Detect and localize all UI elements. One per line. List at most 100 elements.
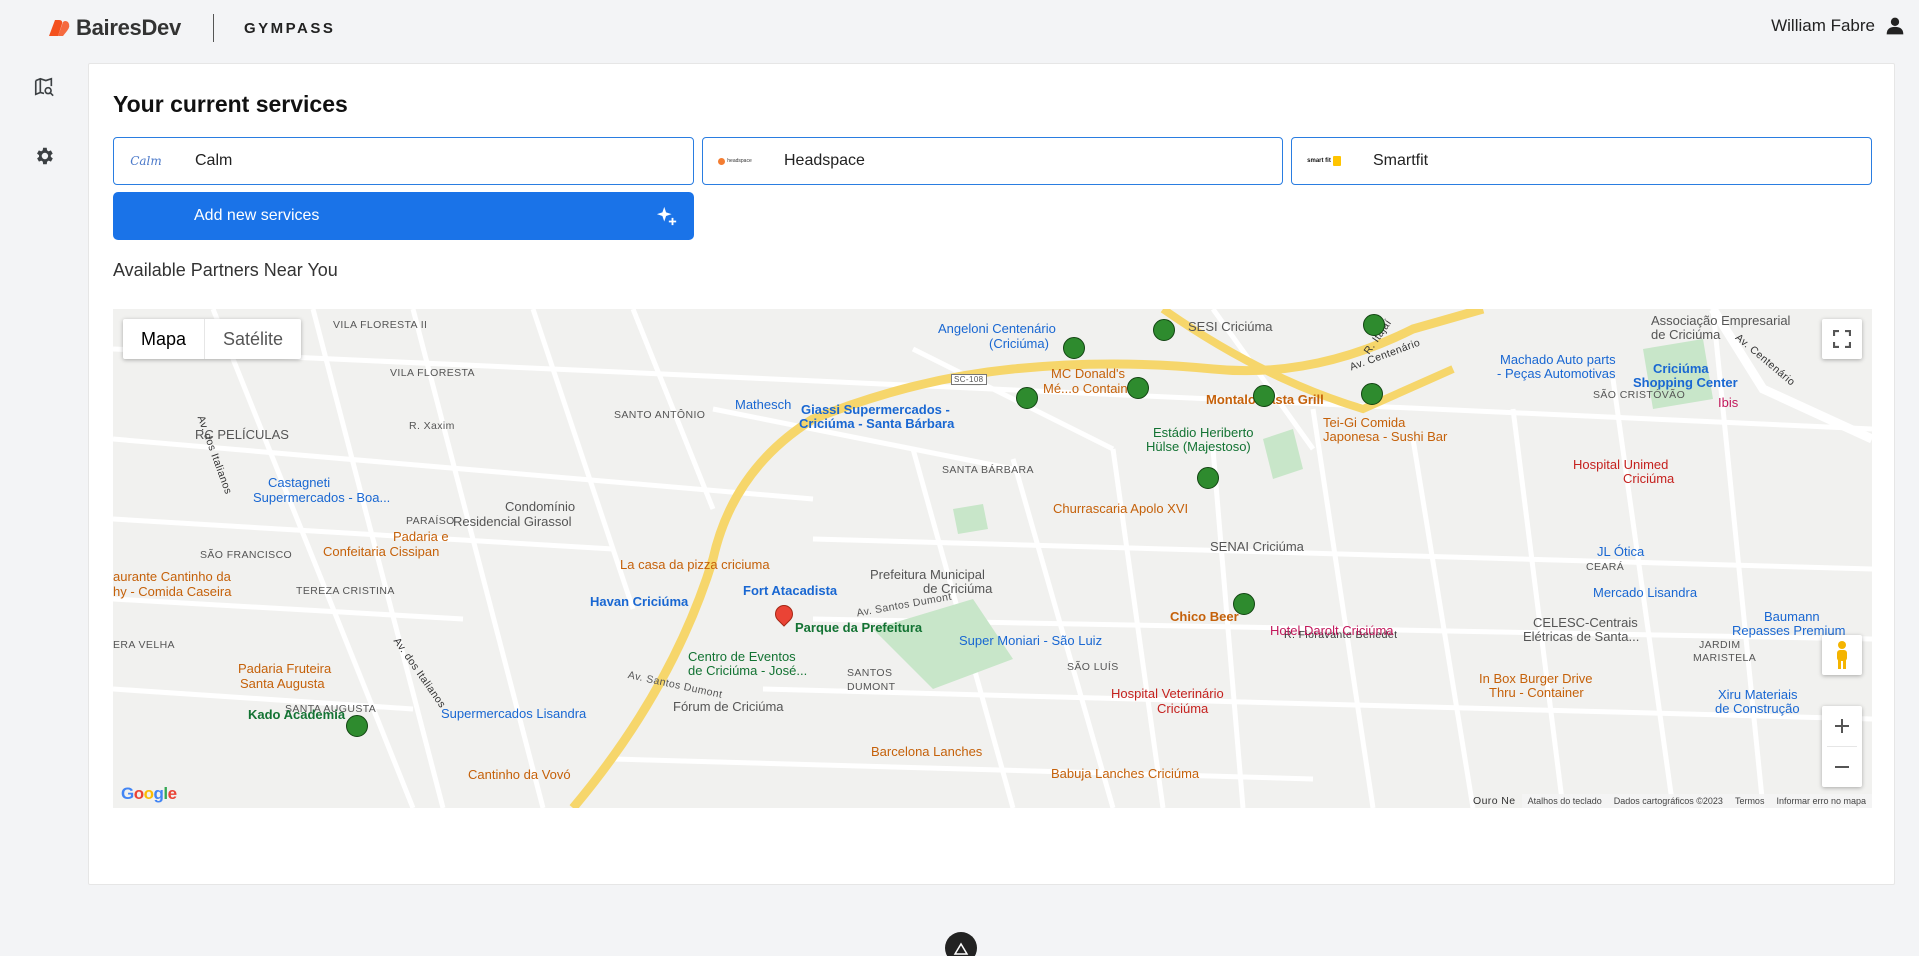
- gear-icon: [37, 147, 53, 165]
- map-label: Shopping Center: [1633, 375, 1738, 390]
- brand-name: BairesDev: [76, 15, 181, 40]
- map-label: Churrascaria Apolo XVI: [1053, 501, 1189, 516]
- map-label: SÃO LUÍS: [1067, 661, 1119, 673]
- map-label: Condomínio: [505, 499, 576, 514]
- bairesdev-logo[interactable]: BairesDev: [47, 15, 181, 41]
- map-label: SANTA BÁRBARA: [942, 464, 1034, 476]
- map-label: SC-108: [951, 374, 987, 385]
- map-label: In Box Burger Drive: [1479, 671, 1593, 686]
- map-label: - Peças Automotivas: [1497, 366, 1616, 381]
- nav-map-search[interactable]: [30, 73, 58, 101]
- partners-map[interactable]: VILA FLORESTA II VILA FLORESTA SANTO ANT…: [113, 309, 1872, 808]
- map-label: MARISTELA: [1693, 652, 1757, 664]
- service-calm[interactable]: Calm Calm: [113, 137, 694, 185]
- map-label: Padaria Fruteira: [238, 661, 332, 676]
- headspace-logo: headspace: [715, 148, 755, 174]
- map-label: CELESC-Centrais: [1533, 615, 1638, 630]
- report-error-link[interactable]: Informar erro no mapa: [1776, 796, 1866, 806]
- add-new-services-button[interactable]: Add new services: [113, 192, 694, 240]
- zoom-out-button[interactable]: [1822, 747, 1862, 787]
- map-label: aurante Cantinho da: [113, 569, 231, 584]
- map-label: de Criciúma - José...: [688, 663, 808, 678]
- map-label: Castagneti: [268, 475, 331, 490]
- zoom-in-button[interactable]: [1822, 706, 1862, 746]
- map-label: Havan Criciúma: [590, 594, 689, 609]
- keyboard-shortcuts-link[interactable]: Atalhos do teclado: [1528, 796, 1602, 806]
- map-label: Criciúma - Santa Bárbara: [799, 416, 955, 431]
- street-view-button[interactable]: [1822, 635, 1862, 675]
- service-headspace[interactable]: headspace Headspace: [702, 137, 1283, 185]
- map-label: Mathesch: [735, 397, 792, 412]
- fullscreen-button[interactable]: [1822, 319, 1862, 359]
- nuxt-logo-icon: [953, 942, 969, 955]
- map-label: CEARÁ: [1586, 561, 1625, 573]
- map-label: Ibis: [1718, 395, 1739, 410]
- fullscreen-icon: [1833, 330, 1851, 348]
- map-label: de Construção: [1715, 701, 1800, 716]
- user-menu[interactable]: William Fabre: [1771, 16, 1905, 36]
- map-label: Angeloni Centenário: [938, 321, 1056, 336]
- map-label: Xiru Materiais: [1718, 687, 1798, 702]
- calm-logo: Calm: [130, 154, 162, 168]
- map-label: Ouro Ne: [1473, 795, 1516, 807]
- map-search-icon: [34, 77, 54, 97]
- map-label: JARDIM: [1699, 639, 1741, 651]
- map-label: DUMONT: [847, 681, 896, 693]
- service-label: Headspace: [784, 152, 865, 169]
- map-label: SÃO CRISTÓVÃO: [1593, 389, 1686, 401]
- map-label: SESI Criciúma: [1188, 319, 1273, 334]
- map-label: RC PELÍCULAS: [195, 427, 289, 442]
- bottom-badge[interactable]: [945, 932, 977, 956]
- map-label: Fort Atacadista: [743, 583, 838, 598]
- partner-marker[interactable]: [1063, 337, 1085, 359]
- map-label: Mercado Lisandra: [1593, 585, 1698, 600]
- pegman-icon: [1837, 641, 1847, 669]
- terms-link[interactable]: Termos: [1735, 796, 1765, 806]
- map-label: Criciúma: [1623, 471, 1675, 486]
- partner-marker[interactable]: [1016, 387, 1038, 409]
- map-label: Cantinho da Vovó: [468, 767, 571, 782]
- google-logo[interactable]: Google: [121, 784, 177, 804]
- map-label: Supermercados Lisandra: [441, 706, 587, 721]
- map-label: (Criciúma): [989, 336, 1049, 351]
- map-label: Baumann: [1764, 609, 1820, 624]
- map-label: ERA VELHA: [113, 639, 175, 651]
- map-label: VILA FLORESTA: [390, 367, 475, 379]
- partner-marker[interactable]: [1233, 593, 1255, 615]
- service-smartfit[interactable]: smart fit Smartfit: [1291, 137, 1872, 185]
- map-label: VILA FLORESTA II: [333, 319, 428, 331]
- partner-name: GYMPASS: [243, 19, 336, 37]
- map-type-toggle: Mapa Satélite: [123, 319, 302, 359]
- map-label: PARAÍSO: [406, 515, 455, 527]
- map-label: Associação Empresarial: [1651, 313, 1791, 328]
- map-label: Babuja Lanches Criciúma: [1051, 766, 1200, 781]
- partners-heading: Available Partners Near You: [113, 260, 338, 280]
- map-label: Fórum de Criciúma: [673, 699, 784, 714]
- partner-marker[interactable]: [1363, 314, 1385, 336]
- map-label: La casa da pizza criciuma: [620, 557, 770, 572]
- map-label: Criciúma: [1653, 361, 1709, 376]
- map-label: SÃO FRANCISCO: [200, 549, 293, 561]
- map-label: Hotel Darolt Criciúma: [1270, 623, 1394, 638]
- map-label: Estádio Heriberto: [1153, 425, 1254, 440]
- partner-marker[interactable]: [346, 715, 368, 737]
- map-label: Hospital Unimed: [1573, 457, 1669, 472]
- map-label: SENAI Criciúma: [1210, 539, 1304, 554]
- service-label: Calm: [195, 152, 233, 169]
- map-label: Supermercados - Boa...: [253, 490, 391, 505]
- map-label: R. Xaxim: [409, 420, 455, 432]
- map-label: Machado Auto parts: [1500, 352, 1616, 367]
- partner-marker[interactable]: [1253, 385, 1275, 407]
- partner-marker[interactable]: [1197, 467, 1219, 489]
- partner-marker[interactable]: [1153, 319, 1175, 341]
- partner-marker[interactable]: [1127, 377, 1149, 399]
- map-label: Giassi Supermercados -: [801, 402, 950, 417]
- nav-settings[interactable]: [30, 142, 58, 170]
- map-type-satellite[interactable]: Satélite: [204, 319, 301, 359]
- partner-marker[interactable]: [1361, 383, 1383, 405]
- map-label: Centro de Eventos: [688, 649, 796, 664]
- map-label: Residencial Girassol: [453, 514, 572, 529]
- map-label: Padaria e: [393, 529, 449, 544]
- map-type-map[interactable]: Mapa: [123, 319, 204, 359]
- map-label: Hospital Veterinário: [1111, 686, 1224, 701]
